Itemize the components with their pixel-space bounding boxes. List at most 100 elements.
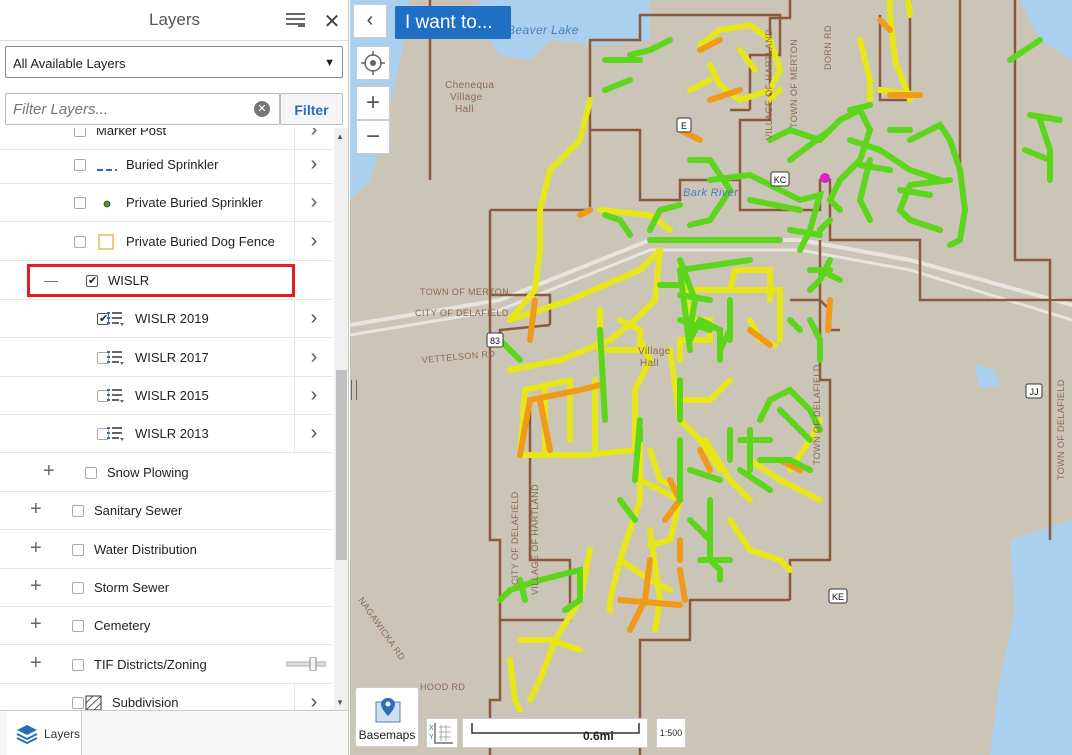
menu-icon[interactable]	[286, 12, 305, 28]
chevron-right-icon[interactable]: ›	[294, 415, 333, 452]
chevron-right-icon[interactable]: ›	[294, 184, 333, 221]
square-outline-icon	[97, 233, 117, 254]
scale-bar: 0.6mi	[462, 718, 648, 748]
layer-checkbox[interactable]	[72, 620, 84, 632]
layer-checkbox[interactable]	[72, 544, 84, 556]
close-icon[interactable]: ✕	[322, 9, 342, 34]
expand-icon[interactable]: +	[30, 575, 42, 598]
map-label-beaver-lake: Beaver Lake	[507, 23, 579, 37]
svg-text:X: X	[429, 725, 434, 732]
filter-box: ✕	[5, 93, 280, 125]
zoom-in-button[interactable]: +	[356, 86, 390, 120]
legend-list-icon	[107, 311, 125, 330]
opacity-slider[interactable]	[285, 656, 327, 672]
basemaps-icon	[375, 698, 401, 723]
layer-checkbox[interactable]	[72, 582, 84, 594]
layer-checkbox[interactable]	[72, 505, 84, 517]
scale-label: 0.6mi	[583, 729, 614, 743]
dashed-line-icon	[97, 161, 117, 176]
layer-select-dropdown[interactable]: All Available Layers ▼	[5, 46, 343, 78]
legend-list-icon	[107, 350, 125, 369]
chevron-right-icon[interactable]: ›	[294, 146, 333, 183]
layer-checkbox[interactable]	[72, 697, 84, 709]
grid-xy-icon: X Y	[429, 723, 453, 744]
scale-button[interactable]: 1:500	[656, 718, 686, 748]
layer-row-cemetery[interactable]: + Cemetery	[0, 607, 333, 645]
basemaps-button[interactable]: Basemaps	[355, 687, 419, 747]
svg-text:Y: Y	[429, 734, 434, 741]
layer-row-wislr-2015[interactable]: WISLR 2015 ›	[0, 377, 333, 415]
layer-row-wislr-2017[interactable]: WISLR 2017 ›	[0, 339, 333, 377]
layer-checkbox[interactable]	[74, 159, 86, 171]
layer-row-water-distribution[interactable]: + Water Distribution	[0, 531, 333, 569]
collapse-panel-button[interactable]: ‹	[353, 4, 387, 38]
layer-label: Subdivision	[112, 695, 179, 710]
filter-input[interactable]	[6, 94, 246, 124]
expand-icon[interactable]: +	[30, 537, 42, 560]
layer-row-storm-sewer[interactable]: + Storm Sewer	[0, 569, 333, 607]
layer-label: Sanitary Sewer	[94, 503, 183, 518]
map-canvas[interactable]: Beaver LakeChenequaVillageHallTOWN OF ME…	[350, 0, 1072, 755]
chevron-right-icon[interactable]: ›	[294, 684, 333, 710]
layer-checkbox[interactable]	[74, 236, 86, 248]
scroll-down-icon[interactable]: ▼	[336, 698, 344, 707]
coordinates-button[interactable]: X Y	[426, 718, 458, 748]
layer-row-wislr-2013[interactable]: WISLR 2013 ›	[0, 415, 333, 453]
layer-row-snow-plowing[interactable]: + Snow Plowing	[0, 454, 333, 492]
layer-row-subdivision[interactable]: Subdivision ›	[0, 684, 333, 710]
layer-label: WISLR 2013	[135, 426, 209, 441]
highway-shield-label: KC	[774, 175, 787, 185]
chevron-right-icon[interactable]: ›	[294, 300, 333, 337]
clear-icon[interactable]: ✕	[254, 101, 270, 117]
layers-tab[interactable]: Layers	[7, 711, 82, 755]
map-label-bark-river: Bark River	[683, 187, 739, 199]
scroll-thumb[interactable]	[336, 370, 347, 560]
map-label-hartland-hall2: Hall	[640, 358, 659, 369]
expand-icon[interactable]: +	[30, 652, 42, 675]
chevron-right-icon[interactable]: ›	[294, 377, 333, 414]
layer-row-private-buried-dog-fence[interactable]: Private Buried Dog Fence ›	[0, 223, 333, 261]
layer-label: Snow Plowing	[107, 465, 189, 480]
layers-icon	[16, 725, 38, 745]
layers-tab-label: Layers	[44, 727, 81, 741]
filter-button[interactable]: Filter	[280, 93, 343, 125]
map-label-village-hartland-n: VILLAGE OF HARTLAND	[764, 29, 774, 140]
locate-button[interactable]	[356, 46, 390, 80]
chevron-right-icon[interactable]: ›	[294, 339, 333, 376]
roads-y-segment	[905, 0, 913, 18]
highway-shield-label: KE	[832, 592, 844, 602]
hatch-icon	[85, 695, 103, 710]
layer-checkbox[interactable]	[74, 128, 86, 137]
layer-label: WISLR 2019	[135, 311, 209, 326]
expand-icon[interactable]: +	[43, 460, 55, 483]
panel-resize-handle[interactable]	[351, 380, 357, 400]
chevron-right-icon[interactable]: ›	[294, 223, 333, 260]
layer-label: WISLR 2017	[135, 350, 209, 365]
map-view[interactable]: Beaver Lake Chenequa Village Hall TOWN OF ME…	[350, 0, 1072, 755]
highway-shield-label: 83	[490, 336, 500, 346]
layer-row-sanitary-sewer[interactable]: + Sanitary Sewer	[0, 492, 333, 530]
map-label-hood-rd: HOOD RD	[420, 682, 465, 692]
layer-checkbox[interactable]	[74, 197, 86, 209]
expand-icon[interactable]: +	[30, 613, 42, 636]
panel-tab-bar: Layers	[0, 710, 348, 755]
basemaps-label: Basemaps	[358, 728, 416, 742]
layer-row-private-buried-sprinkler[interactable]: Private Buried Sprinkler ›	[0, 184, 333, 222]
layer-row-tif-districts-zoning[interactable]: + TIF Districts/Zoning	[0, 646, 333, 684]
highway-shield-label: JJ	[1030, 387, 1039, 397]
map-label-chenequa1: Chenequa	[445, 80, 494, 91]
scroll-up-icon[interactable]: ▲	[336, 132, 344, 141]
layer-tree: Marker Post › Buried Sprinkler › Private Bur…	[0, 128, 333, 710]
layer-label: Private Buried Dog Fence	[126, 234, 275, 249]
layer-row-wislr-2019[interactable]: WISLR 2019 ›	[0, 300, 333, 338]
layer-checkbox[interactable]	[85, 467, 97, 479]
expand-icon[interactable]: +	[30, 498, 42, 521]
map-label-chenequa3: Hall	[455, 104, 474, 115]
layer-label: WISLR 2015	[135, 388, 209, 403]
map-label-town-delafield-v2: TOWN OF DELAFIELD	[1056, 379, 1066, 480]
layer-checkbox[interactable]	[72, 659, 84, 671]
layer-row-buried-sprinkler[interactable]: Buried Sprinkler ›	[0, 146, 333, 184]
zoom-out-button[interactable]: −	[356, 120, 390, 154]
i-want-to-button[interactable]: I want to...	[395, 6, 511, 39]
scale-line-icon	[471, 723, 640, 734]
